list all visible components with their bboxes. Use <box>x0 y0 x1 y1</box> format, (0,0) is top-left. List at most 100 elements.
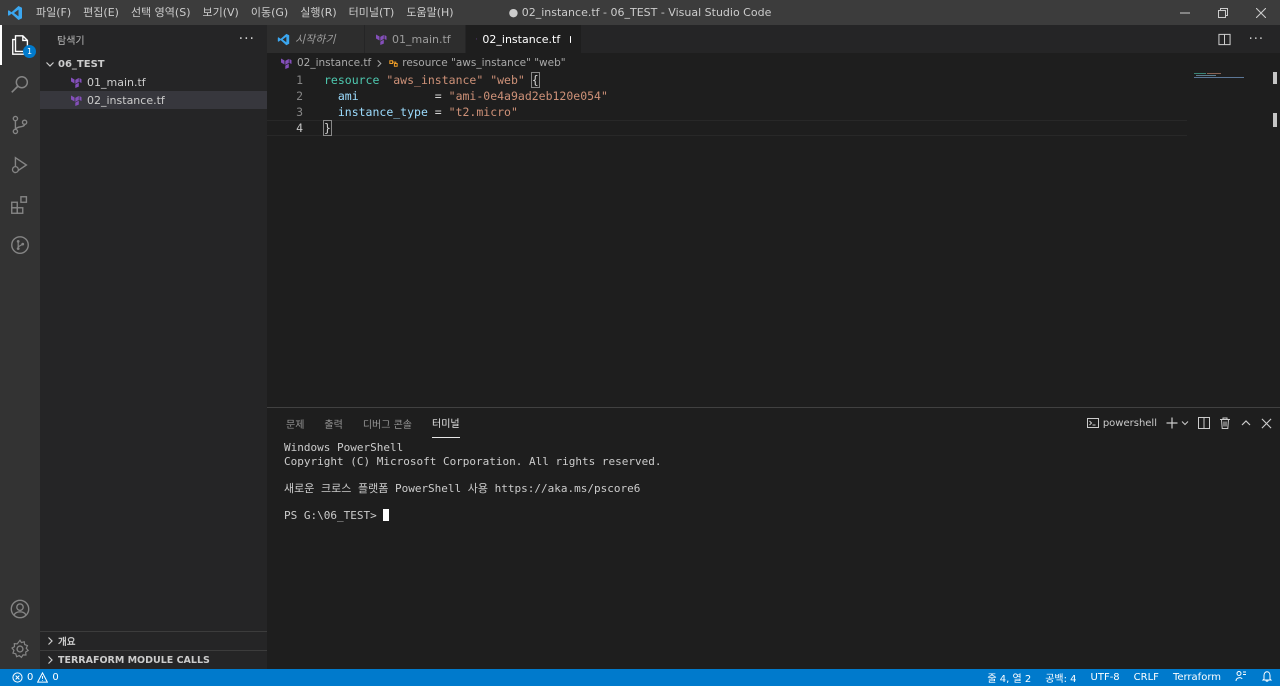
source-control-icon <box>12 115 28 135</box>
error-icon <box>12 672 23 683</box>
window-title: ● 02_instance.tf - 06_TEST - Visual Stud… <box>508 6 772 19</box>
settings-gear-icon <box>11 639 30 659</box>
explorer-button[interactable]: 1 <box>0 25 40 65</box>
feedback-icon <box>1235 671 1246 682</box>
menu-file[interactable]: 파일(F) <box>30 0 77 25</box>
warning-count: 0 <box>52 672 59 683</box>
error-count: 0 <box>27 672 34 683</box>
explorer-sidebar: 탐색기 ··· 06_TEST 01_main.tf 02_instance.t… <box>40 25 267 669</box>
tab-01-main[interactable]: 01_main.tf <box>365 25 466 53</box>
indentation[interactable]: 공백: 4 <box>1038 670 1083 685</box>
restore-button[interactable] <box>1204 0 1242 25</box>
explorer-header: 탐색기 ··· <box>40 25 267 53</box>
restore-icon <box>1218 7 1228 18</box>
more-actions-icon[interactable]: ··· <box>239 31 255 47</box>
feedback-button[interactable] <box>1228 670 1254 685</box>
manage-button[interactable] <box>0 629 40 669</box>
close-icon[interactable] <box>1261 418 1272 429</box>
tab-output[interactable]: 출력 <box>324 408 352 438</box>
problems-status[interactable]: 0 0 <box>0 672 59 683</box>
overview-ruler-mark <box>1273 113 1277 127</box>
menu-view[interactable]: 보기(V) <box>196 0 244 25</box>
bell-icon <box>1261 671 1273 682</box>
extensions-icon <box>11 196 28 214</box>
file-item-02-instance[interactable]: 02_instance.tf <box>40 91 267 109</box>
language-mode[interactable]: Terraform <box>1166 672 1228 683</box>
line-number: 1 <box>296 73 303 87</box>
tab-label: 01_main.tf <box>392 32 451 46</box>
chevron-right-icon <box>48 656 53 664</box>
chevron-right-icon <box>48 637 53 645</box>
warning-icon <box>37 672 49 683</box>
trash-icon[interactable] <box>1219 417 1231 429</box>
tab-terminal[interactable]: 터미널 <box>432 408 460 438</box>
title-bar: 파일(F) 편집(E) 선택 영역(S) 보기(V) 이동(G) 실행(R) 터… <box>0 0 1280 25</box>
folder-06-test[interactable]: 06_TEST <box>40 55 267 73</box>
accounts-button[interactable] <box>0 589 40 629</box>
split-terminal-icon[interactable] <box>1198 417 1210 429</box>
vscode-logo-icon <box>0 0 30 25</box>
more-actions-icon[interactable]: ··· <box>1249 32 1264 47</box>
close-window-button[interactable] <box>1242 0 1280 25</box>
end-of-line[interactable]: CRLF <box>1127 672 1166 683</box>
menu-go[interactable]: 이동(G) <box>245 0 294 25</box>
terraform-module-calls-section[interactable]: TERRAFORM MODULE CALLS <box>40 650 267 669</box>
bottom-panel: 문제 출력 디버그 콘솔 터미널 powershell Windows Powe… <box>267 407 1280 669</box>
search-view-button[interactable] <box>0 65 40 105</box>
line-number: 4 <box>296 121 303 135</box>
explorer-title: 탐색기 <box>57 35 85 47</box>
breadcrumb-file[interactable]: 02_instance.tf <box>297 57 371 69</box>
terraform-file-icon <box>71 95 82 106</box>
tab-label: 시작하기 <box>295 33 336 46</box>
tab-problems[interactable]: 문제 <box>286 408 314 438</box>
outline-section[interactable]: 개요 <box>40 631 267 650</box>
minimap[interactable] <box>1194 72 1244 78</box>
tab-02-instance[interactable]: 02_instance.tf <box>466 25 582 53</box>
file-label: 02_instance.tf <box>87 93 165 107</box>
terminal-output[interactable]: Windows PowerShell Copyright (C) Microso… <box>284 441 662 522</box>
line-content: ami = "ami-0e4a9ad2eb120e054" <box>324 88 608 104</box>
overview-ruler-mark <box>1273 72 1277 84</box>
tab-debug-console[interactable]: 디버그 콘솔 <box>363 408 422 438</box>
chevron-down-icon[interactable] <box>1181 419 1189 427</box>
minimize-button[interactable] <box>1166 0 1204 25</box>
terminal-cursor <box>383 508 390 521</box>
encoding[interactable]: UTF-8 <box>1084 672 1127 683</box>
tab-welcome[interactable]: 시작하기 <box>267 25 365 53</box>
run-debug-button[interactable] <box>0 145 40 185</box>
terminal-name: powershell <box>1102 417 1157 429</box>
run-debug-icon <box>11 156 28 174</box>
source-control-button[interactable] <box>0 105 40 145</box>
string-token: "t2.micro" <box>448 105 518 119</box>
menu-terminal[interactable]: 터미널(T) <box>343 0 401 25</box>
code-line: 1 resource "aws_instance" "web" { <box>267 72 1187 88</box>
notifications-button[interactable] <box>1254 670 1280 685</box>
menu-selection[interactable]: 선택 영역(S) <box>125 0 197 25</box>
git-graph-button[interactable] <box>0 225 40 265</box>
cursor-position[interactable]: 줄 4, 열 2 <box>980 670 1038 685</box>
breadcrumb-symbol[interactable]: resource "aws_instance" "web" <box>402 57 565 69</box>
code-editor[interactable]: 1 resource "aws_instance" "web" { 2 ami … <box>267 72 1187 136</box>
extensions-button[interactable] <box>0 185 40 225</box>
line-number: 2 <box>296 89 303 103</box>
minimize-icon <box>1180 12 1190 13</box>
outline-label: 개요 <box>58 637 76 648</box>
attribute-token: instance_type <box>337 105 428 119</box>
menu-run[interactable]: 실행(R) <box>294 0 342 25</box>
file-item-01-main[interactable]: 01_main.tf <box>40 73 267 91</box>
terminal-prompt-line: PS G:\06_TEST> <box>284 508 662 523</box>
unsaved-dot-icon[interactable] <box>570 35 571 43</box>
menu-edit[interactable]: 편집(E) <box>77 0 125 25</box>
terraform-file-icon <box>281 58 292 69</box>
chevron-up-icon[interactable] <box>1240 417 1252 429</box>
line-content: resource "aws_instance" "web" { <box>324 72 540 88</box>
terraform-file-icon <box>476 38 478 40</box>
chevron-down-icon <box>46 62 54 67</box>
plus-icon[interactable] <box>1166 417 1178 429</box>
editor-actions: ··· <box>1218 25 1280 53</box>
terminal-select[interactable]: powershell <box>1086 417 1157 429</box>
split-editor-icon[interactable] <box>1218 33 1231 46</box>
terraform-file-icon <box>376 34 387 45</box>
editor-tabs: 시작하기 01_main.tf 02_instance.tf ··· <box>267 25 1280 53</box>
